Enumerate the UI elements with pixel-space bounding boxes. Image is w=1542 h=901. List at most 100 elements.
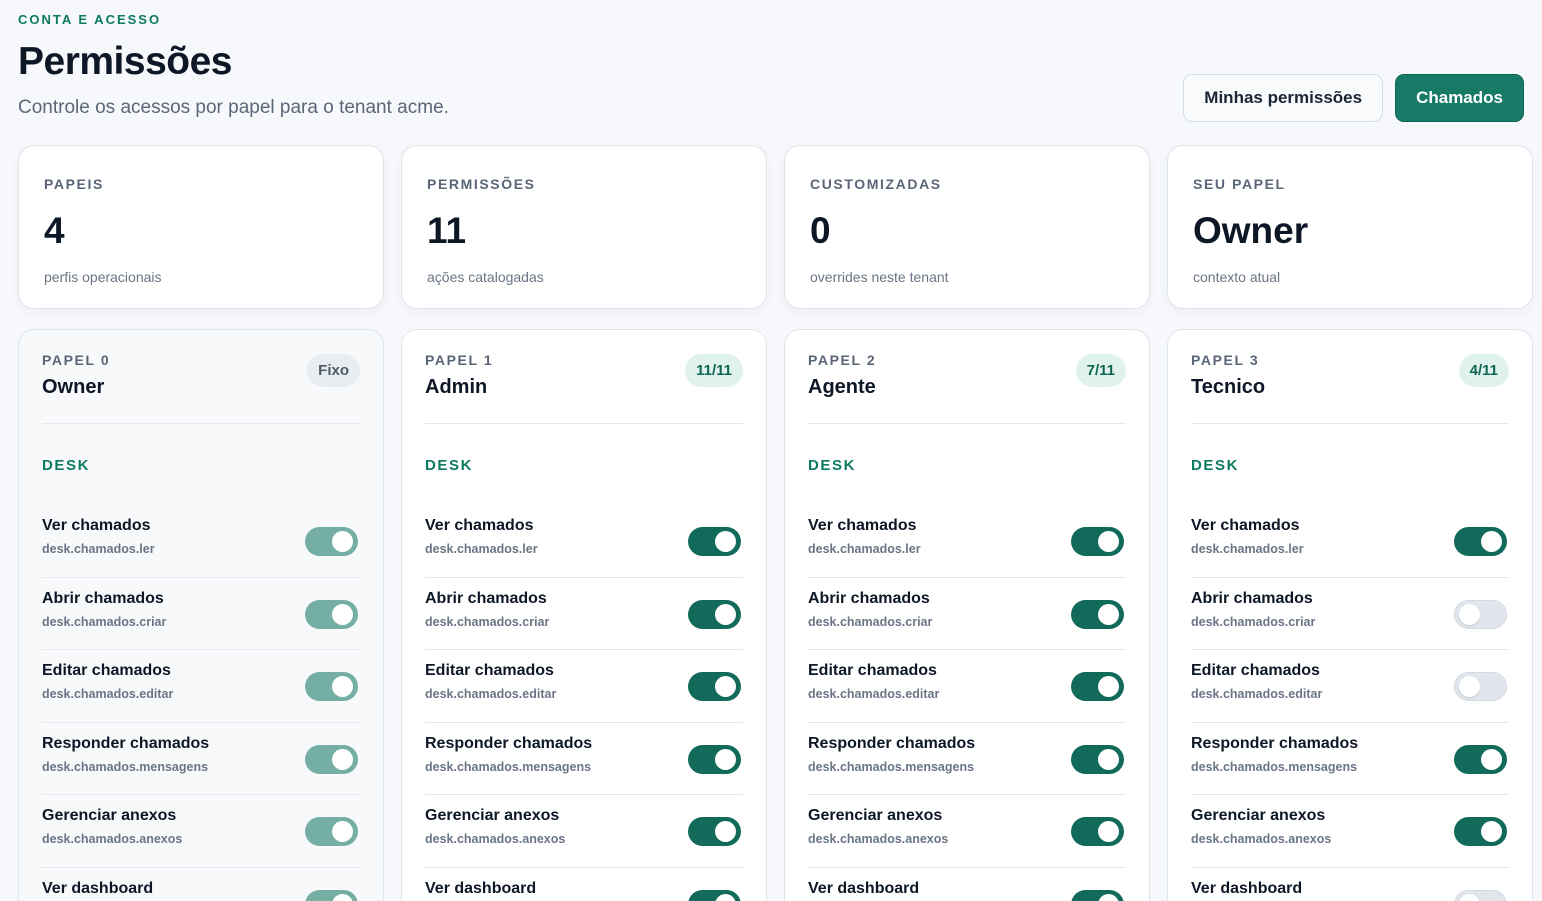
role-header: PAPEL 2 Agente 7/11 xyxy=(808,352,1126,424)
permission-row: Ver dashboard xyxy=(425,868,743,901)
page-title: Permissões xyxy=(18,40,232,83)
stat-label: PERMISSÕES xyxy=(427,176,536,192)
permission-toggle[interactable] xyxy=(1454,599,1507,629)
toggle-knob xyxy=(332,531,353,552)
toggle-knob xyxy=(1459,893,1480,901)
role-card-agente: PAPEL 2 Agente 7/11 DESK Ver chamados desk.ch… xyxy=(784,329,1150,901)
stat-label: CUSTOMIZADAS xyxy=(810,176,942,192)
permission-toggle[interactable] xyxy=(688,599,741,629)
permission-toggle[interactable] xyxy=(1454,527,1507,556)
stat-hint: perfis operacionais xyxy=(44,269,162,285)
permission-row: Editar chamados desk.chamados.editar xyxy=(808,650,1126,723)
toggle-knob xyxy=(1459,603,1480,625)
permission-row: Ver chamados desk.chamados.ler xyxy=(1191,505,1509,578)
permission-row: Gerenciar anexos desk.chamados.anexos xyxy=(1191,795,1509,868)
page-header: CONTA E ACESSO Permissões Controle os ac… xyxy=(18,0,1524,145)
toggle-knob xyxy=(1098,603,1119,625)
stat-value: 11 xyxy=(427,210,467,251)
permissions-page: CONTA E ACESSO Permissões Controle os ac… xyxy=(0,0,1542,901)
permission-row: Responder chamados desk.chamados.mensagen… xyxy=(1191,723,1509,795)
permission-toggle[interactable] xyxy=(1071,599,1124,629)
permission-toggle[interactable] xyxy=(688,817,741,846)
stat-value: Owner xyxy=(1193,210,1309,251)
page-subtitle: Controle os acessos por papel para o ten… xyxy=(18,97,449,118)
permission-group-label: DESK xyxy=(1191,457,1240,474)
toggle-knob xyxy=(332,821,353,842)
permission-toggle[interactable] xyxy=(1071,527,1124,556)
header-actions: Minhas permissões Chamados xyxy=(1183,74,1524,122)
role-card-owner: PAPEL 0 Owner Fixo DESK Ver chamados desk.cha… xyxy=(18,329,384,901)
my-permissions-button[interactable]: Minhas permissões xyxy=(1183,74,1384,122)
permission-toggle[interactable] xyxy=(1454,817,1507,846)
permission-group-label: DESK xyxy=(425,457,474,474)
permission-row: Responder chamados desk.chamados.mensagen… xyxy=(808,723,1126,795)
toggle-knob xyxy=(332,748,353,770)
permission-toggle[interactable] xyxy=(688,744,741,774)
permission-toggle xyxy=(305,672,358,701)
tickets-button[interactable]: Chamados xyxy=(1395,74,1524,122)
permission-toggle[interactable] xyxy=(688,672,741,701)
permission-toggle xyxy=(305,889,358,901)
permission-row: Ver dashboard xyxy=(42,868,360,901)
fixed-badge: Fixo xyxy=(307,354,360,387)
toggle-knob xyxy=(1481,531,1502,552)
section-eyebrow: CONTA E ACESSO xyxy=(18,12,162,27)
toggle-knob xyxy=(1098,676,1119,697)
stat-card-your-role: SEU PAPEL Owner contexto atual xyxy=(1167,145,1533,309)
permission-toggle[interactable] xyxy=(1071,744,1124,774)
role-header: PAPEL 0 Owner Fixo xyxy=(42,352,360,424)
permission-row: Abrir chamados desk.chamados.criar xyxy=(1191,578,1509,650)
role-card-tecnico: PAPEL 3 Tecnico 4/11 DESK Ver chamados desk.c… xyxy=(1167,329,1533,901)
toggle-knob xyxy=(715,603,736,625)
permission-count-badge: 4/11 xyxy=(1458,354,1509,387)
permission-toggle[interactable] xyxy=(1454,672,1507,701)
permission-row: Responder chamados desk.chamados.mensagen… xyxy=(425,723,743,795)
permission-toggle[interactable] xyxy=(1071,672,1124,701)
toggle-knob xyxy=(332,676,353,697)
stat-value: 0 xyxy=(810,210,831,251)
stat-value: 4 xyxy=(44,210,65,251)
permission-toggle xyxy=(305,744,358,774)
stat-hint: contexto atual xyxy=(1193,269,1281,285)
permission-toggle[interactable] xyxy=(1071,889,1124,901)
permission-count-badge: 7/11 xyxy=(1075,354,1126,387)
role-header: PAPEL 3 Tecnico 4/11 xyxy=(1191,352,1509,424)
roles-grid: PAPEL 0 Owner Fixo DESK Ver chamados desk.cha… xyxy=(18,329,1533,901)
permission-row: Ver chamados desk.chamados.ler xyxy=(808,505,1126,578)
permission-row: Editar chamados desk.chamados.editar xyxy=(1191,650,1509,723)
stat-card-customized: CUSTOMIZADAS 0 overrides neste tenant xyxy=(784,145,1150,309)
toggle-knob xyxy=(1098,531,1119,552)
role-header: PAPEL 1 Admin 11/11 xyxy=(425,352,743,424)
permission-row: Ver dashboard xyxy=(808,868,1126,901)
stat-card-roles: PAPEIS 4 perfis operacionais xyxy=(18,145,384,309)
permission-row: Gerenciar anexos desk.chamados.anexos xyxy=(42,795,360,868)
toggle-knob xyxy=(1098,893,1119,901)
stat-card-permissions: PERMISSÕES 11 ações catalogadas xyxy=(401,145,767,309)
toggle-knob xyxy=(332,603,353,625)
toggle-knob xyxy=(715,893,736,901)
toggle-knob xyxy=(1459,676,1480,697)
permission-toggle xyxy=(305,817,358,846)
permission-row: Abrir chamados desk.chamados.criar xyxy=(425,578,743,650)
permission-toggle[interactable] xyxy=(1071,817,1124,846)
toggle-knob xyxy=(1481,748,1502,770)
toggle-knob xyxy=(332,893,353,901)
permission-toggle xyxy=(305,527,358,556)
permission-row: Gerenciar anexos desk.chamados.anexos xyxy=(425,795,743,868)
stat-label: PAPEIS xyxy=(44,176,104,192)
permission-toggle[interactable] xyxy=(688,889,741,901)
permission-group-label: DESK xyxy=(42,457,91,474)
permission-row: Ver chamados desk.chamados.ler xyxy=(42,505,360,578)
permission-row: Ver chamados desk.chamados.ler xyxy=(425,505,743,578)
permission-toggle[interactable] xyxy=(688,527,741,556)
permission-toggle xyxy=(305,599,358,629)
permission-toggle[interactable] xyxy=(1454,889,1507,901)
permission-row: Responder chamados desk.chamados.mensagen… xyxy=(42,723,360,795)
permission-toggle[interactable] xyxy=(1454,744,1507,774)
toggle-knob xyxy=(1098,748,1119,770)
permission-row: Editar chamados desk.chamados.editar xyxy=(425,650,743,723)
stat-hint: ações catalogadas xyxy=(427,269,544,285)
permission-row: Abrir chamados desk.chamados.criar xyxy=(42,578,360,650)
toggle-knob xyxy=(715,821,736,842)
permission-row: Editar chamados desk.chamados.editar xyxy=(42,650,360,723)
